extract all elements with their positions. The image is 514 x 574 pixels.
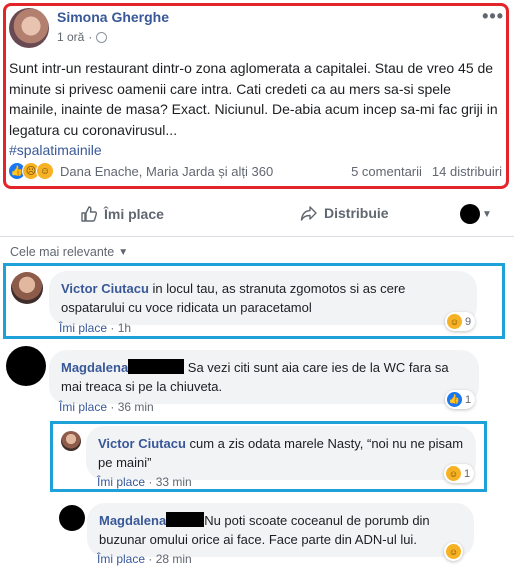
comment-like-link[interactable]: Îmi place [59,321,107,335]
separator: · [107,321,118,335]
post-counts: 5 comentarii 14 distribuiri [351,164,502,179]
commenter-avatar[interactable] [6,346,46,386]
commenter-avatar[interactable] [61,431,81,451]
reaction-count: 9 [465,315,472,328]
reactions-summary[interactable]: 👍 ☹ ☺ Dana Enache, Maria Jarda și alți 3… [8,162,273,180]
comment-like-link[interactable]: Îmi place [97,475,145,489]
like-button[interactable]: Îmi place [80,205,164,223]
like-button-label: Îmi place [104,206,164,222]
commenter-name[interactable]: Magdalena [61,360,128,375]
comment-as-selector[interactable]: ▼ [460,204,492,224]
share-button-label: Distribuie [324,205,389,221]
post-time[interactable]: 1 oră [57,30,84,44]
shares-count[interactable]: 14 distribuiri [432,164,502,179]
haha-reaction-icon: ☺ [447,314,462,329]
sort-label: Cele mai relevante [10,245,115,259]
share-button[interactable]: Distribuie [300,205,389,221]
separator: · [88,30,93,44]
post-body: Sunt intr-un restaurant dintr-o zona agl… [9,58,499,161]
comment-like-link[interactable]: Îmi place [97,552,145,566]
comment-time[interactable]: 36 min [118,400,154,414]
separator: · [107,400,118,414]
post-text: Sunt intr-un restaurant dintr-o zona agl… [9,60,498,138]
separator: · [145,552,156,566]
reaction-icons: 👍 ☹ ☺ [8,162,54,180]
comment-meta: Îmi place · 33 min [97,475,192,489]
comment-bubble: Magdalena Nu poti scoate coceanul de poru… [87,503,474,557]
post-meta: 1 oră · [57,30,108,44]
commenter-name[interactable]: Victor Ciutacu [61,281,149,296]
commenter-avatar[interactable] [11,272,43,304]
comment-reactions[interactable]: ☺ 9 [445,312,476,331]
reaction-count: 1 [465,393,472,406]
comment-bubble: Victor Ciutacu in locul tau, as stranuta… [49,271,477,325]
caret-down-icon: ▼ [118,246,129,258]
commenter-avatar[interactable] [59,505,85,531]
comment-bubble: Magdalena Sa vezi citi sunt aia care ies… [49,350,479,404]
divider [0,236,514,237]
hashtag-link[interactable]: #spalatimainile [9,140,499,161]
user-avatar [460,204,480,224]
comment-sort-dropdown[interactable]: Cele mai relevante ▼ [10,245,128,259]
comment-time[interactable]: 33 min [156,475,192,489]
comment-like-link[interactable]: Îmi place [59,400,107,414]
author-avatar[interactable] [9,8,49,48]
comment-reactions[interactable]: ☺ [444,542,463,561]
reactors-text[interactable]: Dana Enache, Maria Jarda și alți 360 [60,164,273,179]
redacted-name [128,359,185,374]
like-reaction-icon: 👍 [447,392,462,407]
reaction-count: 1 [464,467,471,480]
comment-reactions[interactable]: 👍 1 [445,390,476,409]
comment-time[interactable]: 28 min [156,552,192,566]
redacted-name [166,512,205,527]
haha-reaction-icon: ☺ [36,162,54,180]
post-actions: Îmi place Distribuie ▼ [10,199,504,229]
commenter-name[interactable]: Victor Ciutacu [98,436,186,451]
comment-bubble: Victor Ciutacu cum a zis odata marele Na… [86,426,476,480]
comment-reactions[interactable]: ☺ 1 [444,464,475,483]
caret-down-icon: ▼ [482,208,492,220]
comment-meta: Îmi place · 28 min [97,552,192,566]
thumbs-up-icon [81,206,98,222]
comment-meta: Îmi place · 1h [59,321,131,335]
commenter-name[interactable]: Magdalena [99,513,166,528]
share-icon [300,206,317,221]
more-options-icon[interactable]: ••• [482,6,504,27]
haha-reaction-icon: ☺ [446,544,461,559]
separator: · [145,475,156,489]
comment-meta: Îmi place · 36 min [59,400,154,414]
post-author[interactable]: Simona Gherghe [57,9,169,25]
globe-icon [96,31,108,43]
comments-count[interactable]: 5 comentarii [351,164,422,179]
comment-time[interactable]: 1h [118,321,131,335]
haha-reaction-icon: ☺ [446,466,461,481]
